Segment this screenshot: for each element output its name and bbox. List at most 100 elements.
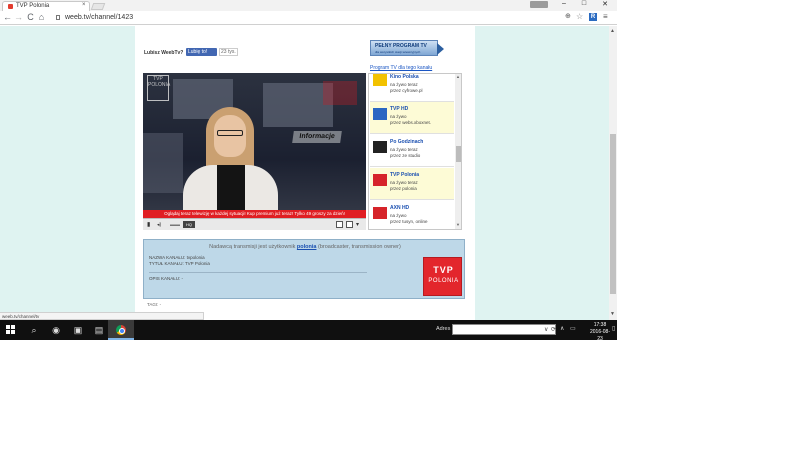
like-count: 23 tys. (219, 48, 238, 56)
channel-source: przez cyfrowe.pl (390, 88, 423, 93)
chrome-taskbar-icon[interactable] (116, 325, 126, 335)
maximize-button[interactable]: □ (579, 0, 589, 7)
channel-item[interactable]: Kino Polska na żywo teraz przez cyfrowe.… (370, 74, 454, 102)
video-player[interactable]: TVP POLONIA Informacje Oglądaj teraz tel… (143, 73, 366, 230)
channel-name[interactable]: TVP HD (390, 106, 408, 112)
tvp-watermark (323, 81, 357, 105)
anchor-top (217, 165, 245, 215)
anchor-glasses (217, 130, 243, 136)
scroll-down-icon[interactable]: ▼ (456, 222, 460, 227)
channel-name[interactable]: TVP Polonia (390, 172, 419, 178)
studio-screen (143, 133, 183, 193)
broadcaster-line: Nadawcą transmisji jest użytkownik polon… (144, 244, 466, 250)
browser-toolbar: ← → C ⌂ weeb.tv/channel/1423 (0, 11, 617, 25)
reload-button[interactable]: C (26, 12, 35, 23)
channel-status: na żywo teraz (390, 147, 418, 152)
fullscreen-icon[interactable] (346, 221, 353, 228)
tab-close-icon[interactable]: × (82, 2, 86, 8)
social-question: Lubisz WeebTv? (144, 50, 184, 56)
zoom-icon[interactable]: ⊕ (565, 12, 571, 20)
channel-status: na żywo (390, 114, 407, 119)
forward-button[interactable]: → (14, 12, 23, 23)
channel-title-line: TYTUŁ KANAŁU: TVP Polonia (149, 261, 210, 266)
channel-list-scrollbar[interactable]: ▲ ▼ (455, 74, 461, 229)
channel-item[interactable]: AXN HD na żywo przez tusyn, online (370, 201, 454, 229)
new-tab-button[interactable] (90, 3, 106, 10)
channel-info-box: Nadawcą transmisji jest użytkownik polon… (143, 239, 465, 299)
address-toolbar-label: Adres (436, 326, 451, 332)
popout-icon[interactable] (336, 221, 343, 228)
channel-source: przez ze studio (390, 153, 421, 158)
broadcaster-user-link[interactable]: polonia (297, 244, 317, 250)
quality-badge[interactable]: HQ (183, 221, 195, 228)
channel-logo-icon (373, 174, 387, 186)
network-icon[interactable]: ▭ (570, 325, 576, 332)
system-clock[interactable]: 17:38 2016-08-23 (588, 322, 612, 340)
page-icon (56, 15, 60, 20)
page-scrollbar[interactable]: ▲ ▼ (609, 26, 617, 320)
tab-title: TVP Polonia (16, 3, 50, 9)
channel-description-line: OPIS KANAŁU: - (149, 276, 184, 281)
tv-program-banner[interactable]: PEŁNY PROGRAM TV dla wszystkich stacji t… (370, 40, 444, 56)
channel-name[interactable]: Po Godzinach (390, 139, 423, 145)
scroll-thumb[interactable] (610, 134, 616, 294)
channel-logo-icon (373, 108, 387, 120)
windows-start-icon[interactable] (6, 325, 15, 334)
close-window-button[interactable]: ✕ (600, 0, 610, 8)
chrome-app-icon[interactable]: ◉ (49, 323, 63, 337)
windows-taskbar: ⌕ ◉ ▣ ▤ Adres ∨ ⟳ ∧ ▭ 17:38 2016-08-23 ▯ (0, 320, 617, 340)
address-bar[interactable]: weeb.tv/channel/1423 (51, 13, 588, 23)
program-link[interactable]: Program TV dla tego kanału (370, 65, 432, 71)
channel-item[interactable]: Po Godzinach na żywo teraz przez ze stud… (370, 135, 454, 167)
address-toolbar-input[interactable]: ∨ ⟳ (452, 324, 556, 335)
channel-name[interactable]: Kino Polska (390, 74, 419, 80)
tvp-polonia-logo: TVP POLONIA (423, 257, 462, 296)
bookmark-star-icon[interactable]: ☆ (576, 12, 583, 21)
anchor-face (214, 115, 246, 157)
notifications-icon[interactable]: ▯ (612, 325, 615, 332)
channel-source: przez polonia (390, 186, 417, 191)
home-button[interactable]: ⌂ (37, 12, 46, 23)
broadcaster-prefix: Nadawcą transmisji jest użytkownik (209, 244, 296, 250)
scroll-up-icon[interactable]: ▲ (610, 28, 615, 34)
page-content: Lubisz WeebTv? Lubię to! 23 tys. PEŁNY P… (135, 26, 475, 320)
store-icon[interactable]: ▤ (92, 323, 106, 337)
app-icon[interactable]: ▣ (71, 323, 85, 337)
go-icon[interactable]: ⟳ (551, 326, 556, 333)
minimize-button[interactable]: – (559, 0, 569, 7)
desktop-screen: TVP Polonia × – □ ✕ ← → C ⌂ weeb.tv/chan… (0, 0, 617, 340)
broadcaster-suffix: (broadcaster, transmission owner) (317, 244, 401, 250)
channel-status: na żywo (390, 213, 407, 218)
channel-list: Kino Polska na żywo teraz przez cyfrowe.… (368, 73, 462, 230)
video-controls: ▮ ◂) ▬▬ HQ ▾ (143, 218, 366, 230)
url-text[interactable]: weeb.tv/channel/1423 (65, 14, 133, 21)
channel-logo-icon (373, 74, 387, 86)
play-pause-icon[interactable]: ▮ (147, 221, 150, 229)
channel-item[interactable]: TVP Polonia na żywo teraz przez polonia (370, 168, 454, 200)
scroll-thumb[interactable] (456, 146, 461, 162)
banner-subtitle: dla wszystkich stacji telewizyjnych (375, 50, 421, 54)
channel-logo-overlay: TVP POLONIA (147, 75, 170, 101)
scroll-up-icon[interactable]: ▲ (456, 74, 460, 79)
dropdown-icon[interactable]: ∨ (544, 326, 548, 333)
volume-slider[interactable]: ▬▬ (170, 221, 180, 229)
browser-tab[interactable]: TVP Polonia × (2, 1, 90, 11)
promo-ticker[interactable]: Oglądaj teraz telewizję w każdej sytuacj… (143, 210, 366, 218)
tray-chevron-icon[interactable]: ∧ (560, 325, 564, 332)
banner-title: PEŁNY PROGRAM TV (375, 43, 427, 49)
page-viewport: Lubisz WeebTv? Lubię to! 23 tys. PEŁNY P… (0, 26, 617, 320)
volume-icon[interactable]: ◂) (157, 221, 161, 229)
profile-badge[interactable] (530, 1, 548, 8)
studio-sign: Informacje (292, 131, 342, 143)
channel-name[interactable]: AXN HD (390, 205, 409, 211)
back-button[interactable]: ← (3, 12, 12, 23)
settings-icon[interactable]: ▾ (356, 221, 359, 229)
scroll-down-icon[interactable]: ▼ (610, 311, 615, 317)
facebook-like-button[interactable]: Lubię to! (186, 48, 217, 56)
chrome-menu-icon[interactable]: ≡ (603, 12, 608, 21)
channel-item[interactable]: TVP HD na żywo przez webs.xboxnet. (370, 102, 454, 134)
banner-arrow-icon (437, 43, 444, 55)
channel-logo-icon (373, 141, 387, 153)
search-icon[interactable]: ⌕ (27, 323, 41, 337)
extension-icon[interactable]: R (589, 13, 597, 21)
